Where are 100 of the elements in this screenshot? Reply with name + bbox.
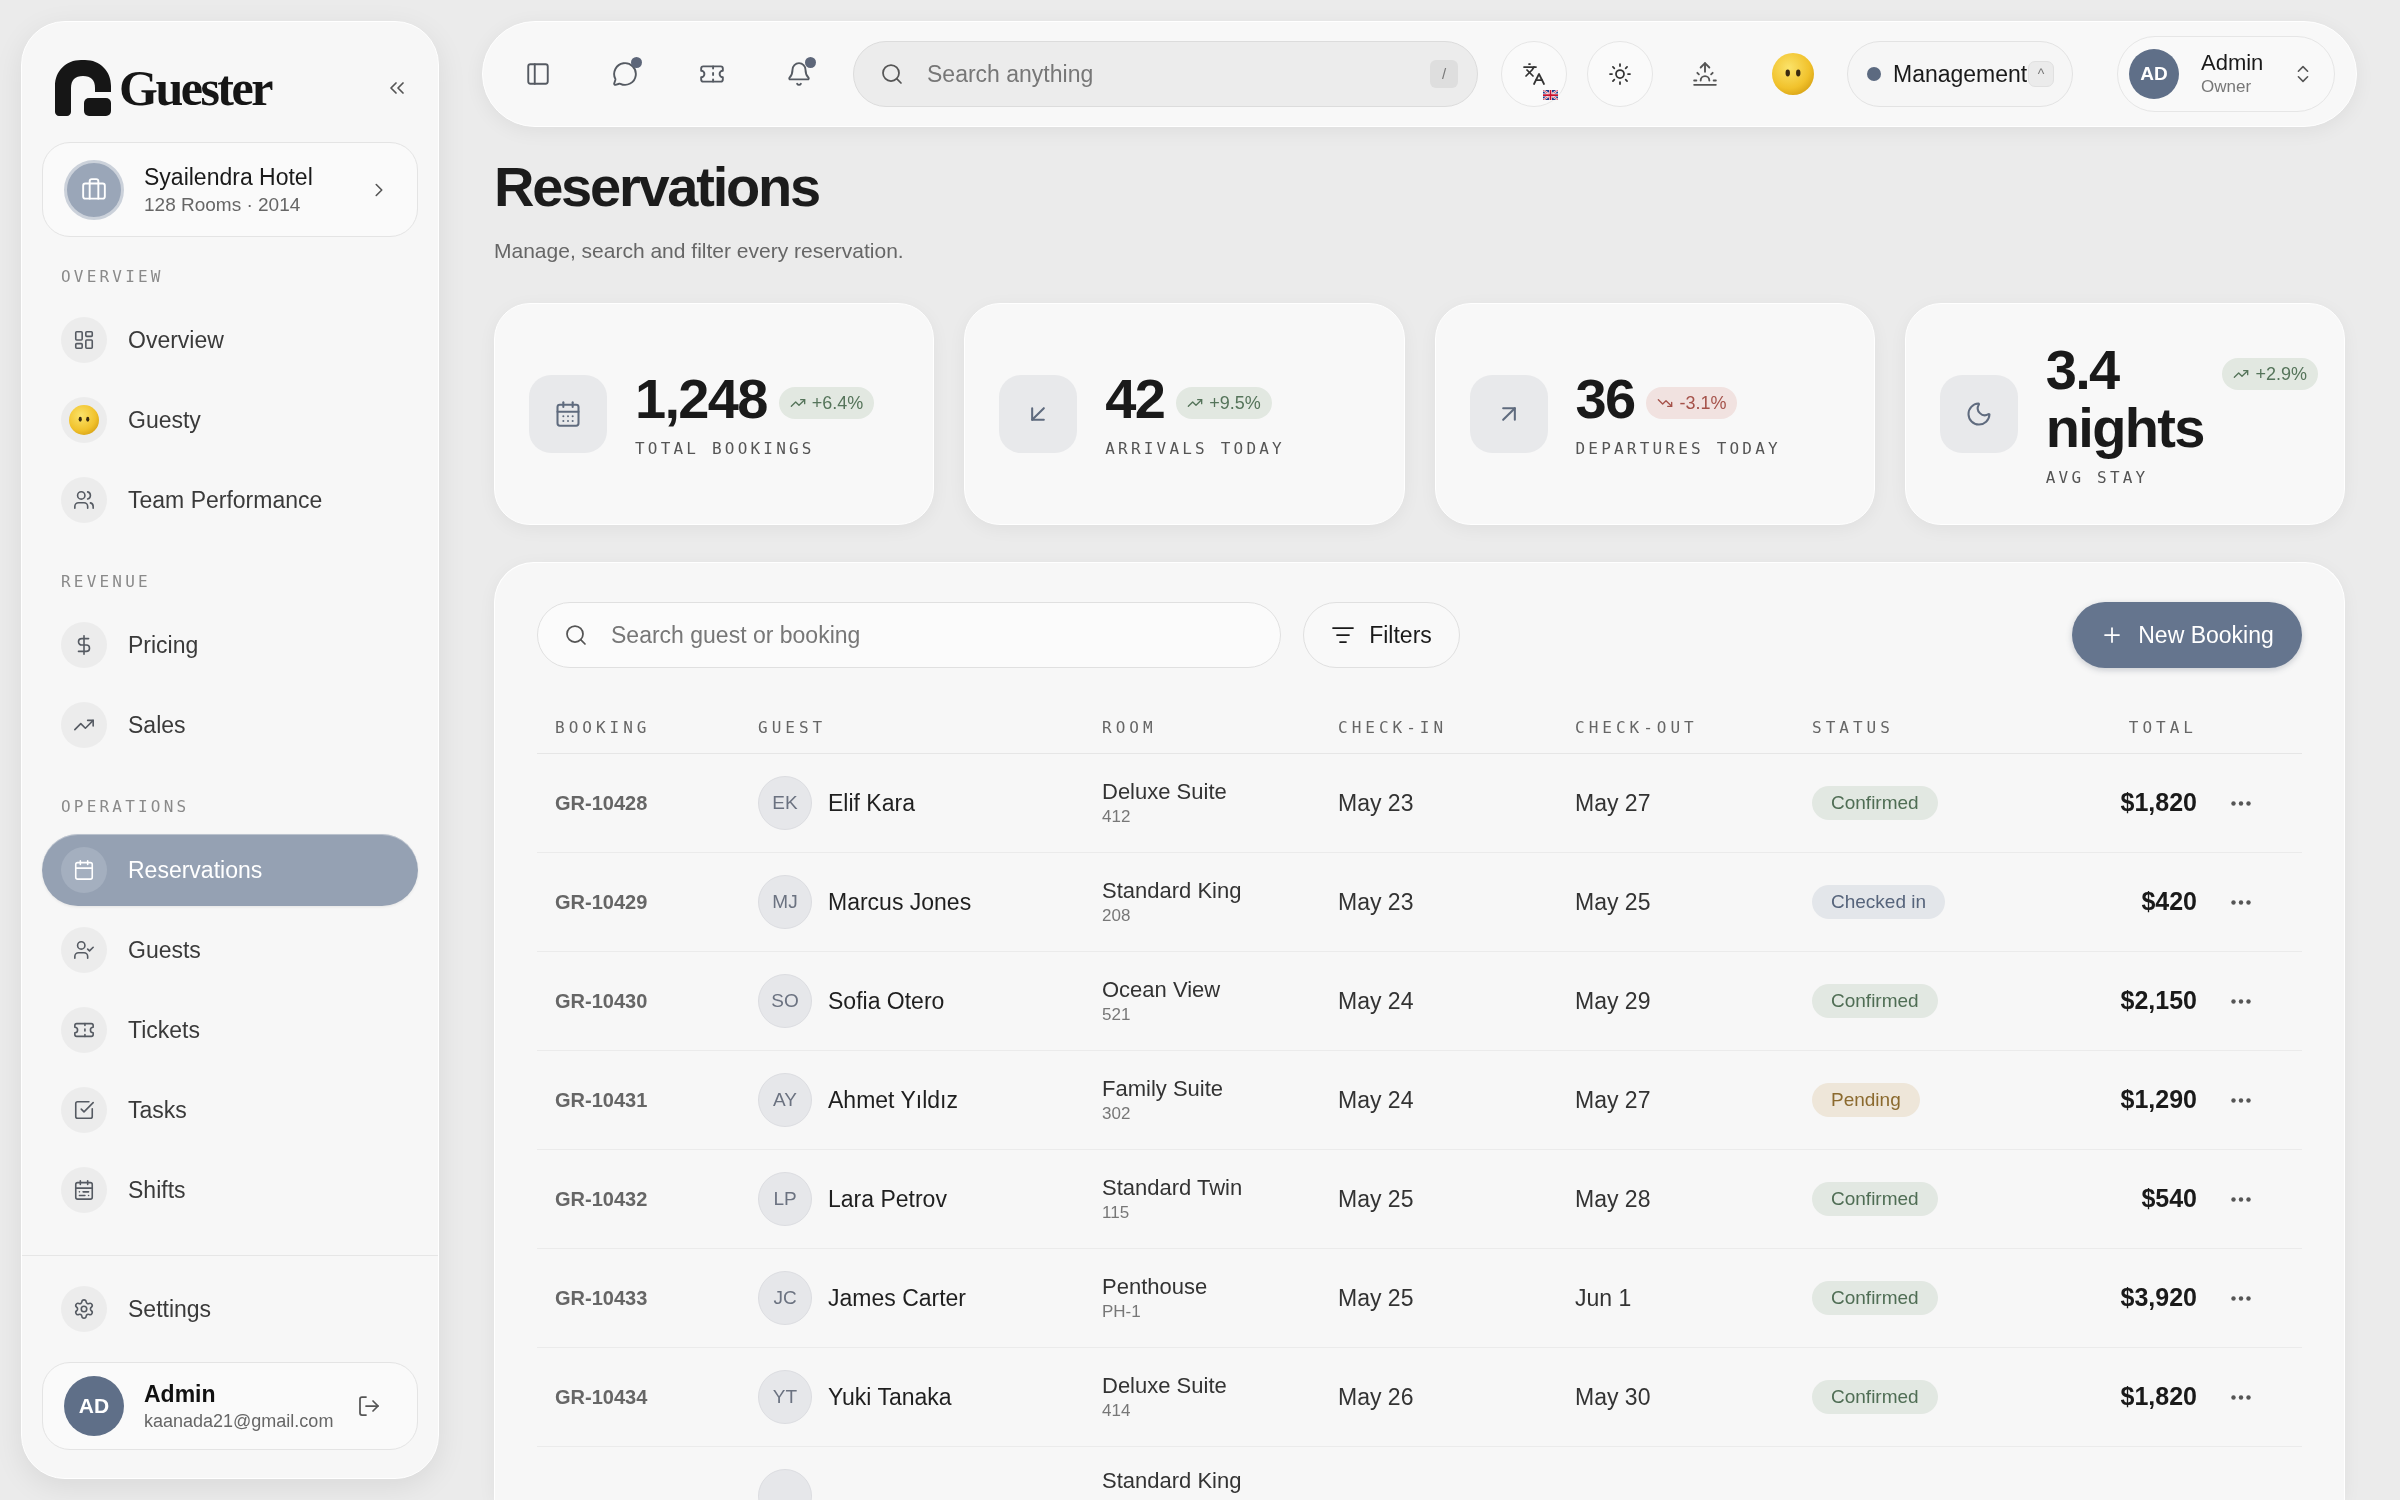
new-booking-button[interactable]: New Booking [2072,602,2302,668]
stat-value: 36 [1575,369,1635,428]
check-in-date: May 24 [1338,1086,1414,1113]
shortcut-key: ^ [2028,61,2054,87]
room-name: Penthouse [1102,1273,1208,1301]
users-icon [61,477,107,523]
workspace-switcher[interactable]: Management ^ [1847,41,2073,107]
guest-avatar: LP [758,1172,812,1226]
check-out-date: Jun 1 [1575,1284,1632,1311]
booking-id: GR-10434 [555,1386,648,1408]
trend-value: +6.4% [811,391,864,414]
logout-button[interactable] [357,1394,381,1418]
search-field[interactable]: Search guest or booking [537,602,1281,668]
nav-item[interactable]: Guesty [42,384,418,456]
check-in-date: May 25 [1338,1185,1414,1212]
account-switcher[interactable]: AD Admin Owner [2117,36,2335,112]
filters-button[interactable]: Filters [1303,602,1460,668]
user-check-icon [61,927,107,973]
column-header: STATUS [1812,716,1895,739]
room-number: PH-1 [1102,1301,1141,1323]
moon-icon [1939,375,2018,453]
calendar-icon [61,1167,107,1213]
user-avatar: AD [2129,49,2179,99]
hotel-switcher[interactable]: Syailendra Hotel 128 Rooms · 2014 [42,142,418,237]
emoji-face-icon [61,397,107,443]
panel-left-icon [525,61,551,87]
brand-name: Guester [119,60,271,116]
check-out-date: May 28 [1575,1185,1651,1212]
stat-value: 3.4 nights [2045,340,2205,457]
nav-item[interactable]: Pricing [42,609,418,681]
ellipsis-icon [2230,1295,2251,1301]
ellipsis-icon [2230,800,2251,806]
nav-item[interactable]: Guests [42,914,418,986]
translate-icon [1522,62,1546,86]
nav-item[interactable]: Settings [42,1273,418,1345]
user-avatar: AD [64,1376,124,1436]
section-label: OVERVIEW [60,267,165,287]
guest-avatar: YT [758,1370,812,1424]
column-header: BOOKING [555,716,652,739]
guest-name: Yuki Tanaka [828,1382,952,1412]
gear-icon [61,1286,107,1332]
ticket-icon [61,1007,107,1053]
check-in-date: May 24 [1338,987,1414,1014]
nav-item[interactable]: Tickets [42,994,418,1066]
status-tag: Confirmed [1812,1182,1938,1216]
guest-avatar: MJ [758,875,812,929]
nav-item[interactable]: Overview [42,304,418,376]
nav-item[interactable]: Shifts [42,1154,418,1226]
emoji-button[interactable] [1769,50,1817,98]
stat-value: 1,248 [635,369,767,428]
guest-avatar: SO [758,974,812,1028]
guest-name: Marcus Jones [828,887,972,917]
logo-icon [55,60,111,116]
room-name: Standard Twin [1102,1174,1243,1202]
arrow-up-right-icon [1469,375,1548,453]
column-header: CHECK-IN [1338,716,1449,739]
page-title: Reservations [494,154,819,220]
dollar-icon [61,622,107,668]
status-tag: Confirmed [1812,786,1938,820]
dashboard-grid-icon [61,317,107,363]
total-amount: $1,820 [2120,1382,2197,1411]
room-number: 208 [1102,905,1131,927]
booking-id: GR-10431 [555,1089,648,1111]
total-amount: $2,150 [2120,986,2197,1015]
room-number: 115 [1102,1202,1130,1224]
booking-id: GR-10429 [555,891,648,913]
guest-name: Ahmet Yıldız [828,1085,958,1115]
total-amount: $3,920 [2120,1283,2197,1312]
room-number: 521 [1102,1004,1131,1026]
guest-avatar: AY [758,1073,812,1127]
nav-item[interactable]: Tasks [42,1074,418,1146]
trend-value: -3.1% [1679,391,1727,414]
check-in-date: May 26 [1338,1383,1414,1410]
check-out-date: May 30 [1575,1383,1651,1410]
check-in-date: May 23 [1338,888,1414,915]
status-tag: Pending [1812,1083,1920,1117]
arrow-down-left-icon [999,375,1078,453]
guest-avatar: EK [758,776,812,830]
chat-bubble-icon [612,61,638,87]
emoji-face-icon [1772,53,1814,95]
guest-name: Lara Petrov [828,1184,947,1214]
check-out-date: May 27 [1575,789,1651,816]
status-tag: Confirmed [1812,984,1938,1018]
trend-value: +9.5% [1209,391,1261,414]
ellipsis-icon [2230,1196,2251,1202]
ellipsis-icon [2230,1394,2251,1400]
check-out-date: May 29 [1575,987,1651,1014]
room-name: Ocean View [1102,976,1221,1004]
column-header: TOTAL [2128,716,2197,739]
nav-item[interactable]: Team Performance [42,464,418,536]
guest-name: Sofia Otero [828,986,945,1016]
sunrise-icon [1692,61,1718,87]
ellipsis-icon [2230,1097,2251,1103]
nav-item[interactable]: Sales [42,689,418,761]
check-out-date: May 27 [1575,1086,1651,1113]
room-number: 302 [1102,1103,1131,1125]
status-tag: Confirmed [1812,1380,1938,1414]
total-amount: $1,820 [2120,788,2197,817]
booking-id: GR-10430 [555,990,648,1012]
room-name: Deluxe Suite [1102,1372,1227,1400]
